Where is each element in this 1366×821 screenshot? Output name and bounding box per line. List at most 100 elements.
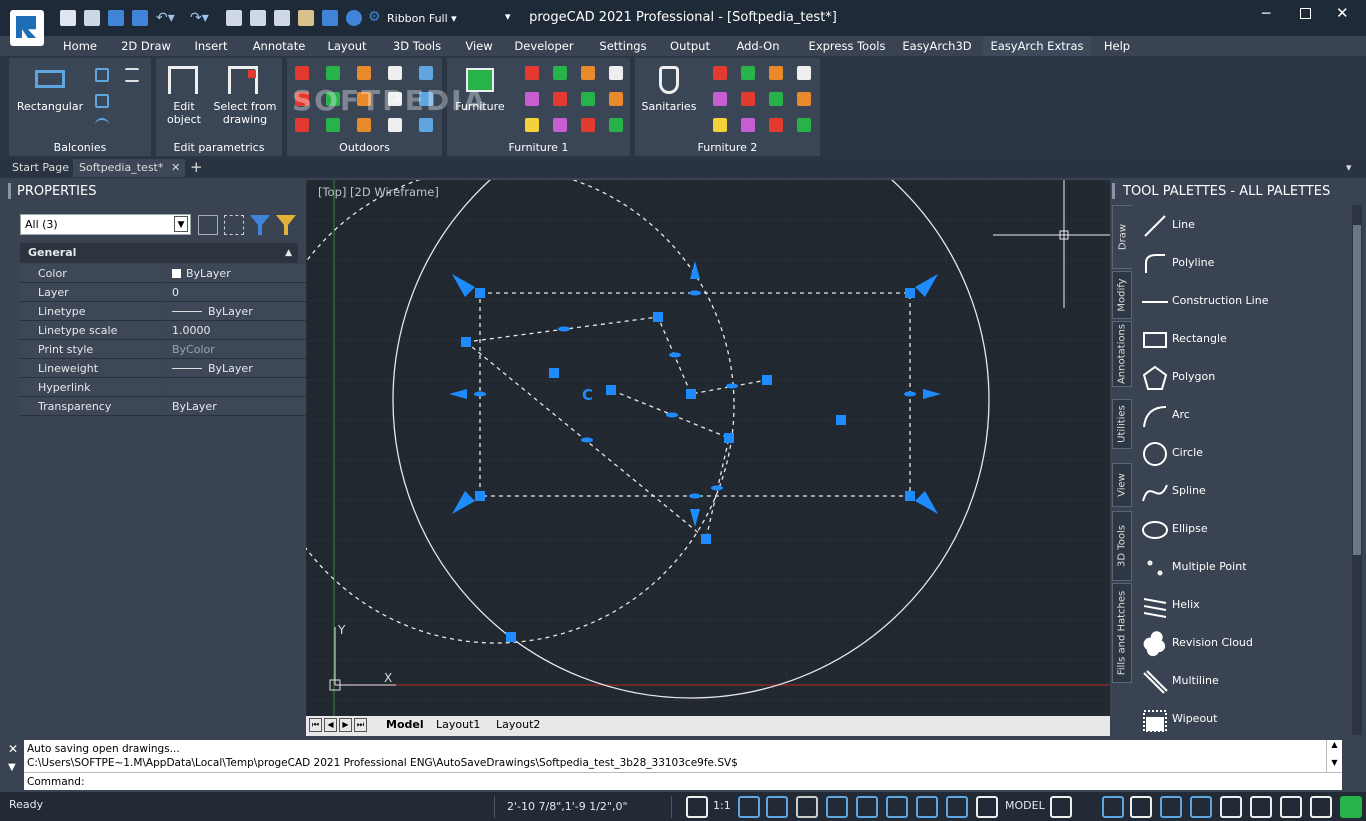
- layout2-tab[interactable]: Layout2: [496, 718, 540, 731]
- select-objects-icon[interactable]: [224, 215, 244, 235]
- midpoint-grip-6[interactable]: [711, 485, 723, 491]
- furniture-tool-11-icon[interactable]: [581, 118, 595, 132]
- select-from-drawing-button[interactable]: Select from drawing: [210, 100, 280, 126]
- outdoors-tool-3-icon[interactable]: [357, 66, 371, 80]
- customize-qa-icon[interactable]: ▾: [505, 10, 511, 23]
- palette-tab-utilities[interactable]: Utilities: [1112, 399, 1132, 449]
- menu-tab-home[interactable]: Home: [52, 36, 108, 56]
- outdoors-tool-14-icon[interactable]: [388, 118, 402, 132]
- sanitary-tool-12-icon[interactable]: [797, 118, 811, 132]
- document-tab[interactable]: Softpedia_test* ✕: [73, 159, 186, 177]
- tool-rectangle[interactable]: Rectangle: [1134, 321, 1344, 359]
- furniture-tool-4-icon[interactable]: [609, 66, 623, 80]
- furniture-tool-8-icon[interactable]: [609, 92, 623, 106]
- grid-icon[interactable]: [826, 796, 848, 818]
- midpoint-grip-4[interactable]: [666, 412, 678, 418]
- property-row[interactable]: Hyperlink: [20, 378, 306, 397]
- menu-tab-output[interactable]: Output: [666, 36, 714, 56]
- midpoint-grip-8[interactable]: [689, 493, 701, 499]
- sanitary-tool-6-icon[interactable]: [741, 92, 755, 106]
- property-row[interactable]: Linetype scale 1.0000: [20, 321, 306, 340]
- sanitary-tool-10-icon[interactable]: [741, 118, 755, 132]
- sanitaries-icon[interactable]: [659, 66, 679, 94]
- palette-grip[interactable]: [1112, 183, 1115, 199]
- tool-circle[interactable]: Circle: [1134, 435, 1344, 473]
- midpoint-grip-7[interactable]: [689, 290, 701, 296]
- grip-4[interactable]: [905, 491, 915, 501]
- general-section-header[interactable]: General ▲: [20, 243, 298, 263]
- balcony-l-icon[interactable]: [95, 68, 109, 82]
- grip-10[interactable]: [606, 385, 616, 395]
- menu-tab-view[interactable]: View: [460, 36, 498, 56]
- furniture-tool-5-icon[interactable]: [525, 92, 539, 106]
- outdoors-tool-5-icon[interactable]: [419, 66, 433, 80]
- notification-icon[interactable]: [1340, 796, 1362, 818]
- model-space-toggle[interactable]: MODEL: [1005, 799, 1045, 812]
- rectangular-balcony-icon[interactable]: [35, 70, 65, 88]
- property-value[interactable]: ByLayer: [167, 359, 306, 378]
- settings-icon[interactable]: [1050, 796, 1072, 818]
- osnap-icon[interactable]: [916, 796, 938, 818]
- polar-icon[interactable]: [886, 796, 908, 818]
- start-page-tab[interactable]: Start Page: [6, 159, 75, 177]
- tool-polygon[interactable]: Polygon: [1134, 359, 1344, 397]
- grip-9[interactable]: [549, 368, 559, 378]
- property-value[interactable]: ByLayer: [167, 397, 306, 416]
- sanitary-tool-4-icon[interactable]: [797, 66, 811, 80]
- tool-arc[interactable]: Arc: [1134, 397, 1344, 435]
- lineweight-icon[interactable]: [976, 796, 998, 818]
- menu-tab-add-on[interactable]: Add-On: [732, 36, 784, 56]
- last-layout-icon[interactable]: ⏭: [354, 718, 367, 732]
- grip-5[interactable]: [461, 337, 471, 347]
- palette-tab-fills-and-hatches[interactable]: Fills and Hatches: [1112, 583, 1132, 683]
- midpoint-grip-9[interactable]: [474, 391, 486, 397]
- open-file-icon[interactable]: [84, 10, 100, 26]
- property-value[interactable]: ByColor: [167, 340, 306, 359]
- midpoint-grip-3[interactable]: [726, 383, 738, 389]
- grip-6[interactable]: [653, 312, 663, 322]
- palette-scroll-thumb[interactable]: [1353, 225, 1361, 555]
- grip-2[interactable]: [905, 288, 915, 298]
- collapse-section-icon[interactable]: ▲: [285, 243, 292, 263]
- annotation-scale[interactable]: 1:1: [713, 799, 731, 812]
- print-preview-icon[interactable]: [226, 10, 242, 26]
- grip-13[interactable]: [836, 415, 846, 425]
- clean-screen-icon[interactable]: [1310, 796, 1332, 818]
- selection-cycling-icon[interactable]: [1160, 796, 1182, 818]
- pickadd-icon[interactable]: [198, 215, 218, 235]
- property-value[interactable]: 0: [167, 283, 306, 302]
- quick-properties-icon[interactable]: [1130, 796, 1152, 818]
- model-tab[interactable]: Model: [386, 718, 424, 731]
- ucs-icon[interactable]: [1220, 796, 1242, 818]
- property-row[interactable]: Lineweight ByLayer: [20, 359, 306, 378]
- property-value[interactable]: ByLayer: [167, 264, 306, 283]
- coordinates-readout[interactable]: 2'-10 7/8",1'-9 1/2",0": [494, 796, 672, 818]
- grip-3[interactable]: [475, 491, 485, 501]
- prev-layout-icon[interactable]: ◀: [324, 718, 337, 732]
- furniture-tool-2-icon[interactable]: [553, 66, 567, 80]
- outdoors-tool-15-icon[interactable]: [419, 118, 433, 132]
- sanitaries-button[interactable]: Sanitaries: [639, 100, 699, 113]
- sanitary-tool-1-icon[interactable]: [713, 66, 727, 80]
- rectangular-button[interactable]: Rectangular: [15, 100, 85, 113]
- tool-ellipse[interactable]: Ellipse: [1134, 511, 1344, 549]
- undo-icon[interactable]: ↶▾: [156, 10, 175, 26]
- edit-object-icon[interactable]: [168, 66, 198, 94]
- menu-tab-2d-draw[interactable]: 2D Draw: [113, 36, 179, 56]
- palette-tab-draw[interactable]: Draw: [1112, 205, 1132, 269]
- print-icon[interactable]: [250, 10, 266, 26]
- tool-helix[interactable]: Helix: [1134, 587, 1344, 625]
- tool-wipeout[interactable]: Wipeout: [1134, 701, 1344, 739]
- grip-7[interactable]: [686, 389, 696, 399]
- property-row[interactable]: Linetype ByLayer: [20, 302, 306, 321]
- outdoors-tool-4-icon[interactable]: [388, 66, 402, 80]
- furniture-tool-10-icon[interactable]: [553, 118, 567, 132]
- minimize-button[interactable]: ─: [1262, 6, 1270, 22]
- palette-tab-annotations[interactable]: Annotations: [1112, 321, 1132, 387]
- properties-icon[interactable]: [274, 10, 290, 26]
- menu-tab-easyarch3d[interactable]: EasyArch3D: [901, 36, 973, 56]
- balcony-arc-icon[interactable]: [95, 118, 109, 132]
- ribbon-mode-dropdown[interactable]: Ribbon Full ▾: [387, 12, 457, 25]
- dynamic-input-icon[interactable]: [1102, 796, 1124, 818]
- tool-line[interactable]: Line: [1134, 207, 1344, 245]
